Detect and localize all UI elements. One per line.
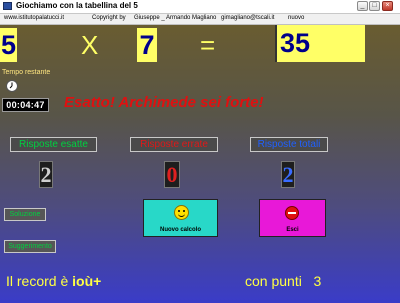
close-button[interactable]: × bbox=[382, 1, 393, 11]
title-bar: Giochiamo con la tabellina del 5 _ □ × bbox=[0, 0, 400, 14]
stop-icon bbox=[285, 206, 299, 220]
points-label: con punti bbox=[245, 273, 302, 289]
solution-button[interactable]: Soluzione bbox=[4, 208, 46, 221]
smiley-icon bbox=[174, 205, 189, 220]
minimize-button[interactable]: _ bbox=[357, 1, 368, 11]
app-icon bbox=[3, 2, 12, 10]
exit-button[interactable]: Esci bbox=[259, 199, 326, 237]
maximize-button[interactable]: □ bbox=[369, 1, 380, 11]
operand-b: 7 bbox=[137, 28, 157, 62]
points-value: 3 bbox=[313, 273, 322, 289]
correct-count: 2 bbox=[39, 161, 53, 188]
menu-item-copyright[interactable]: Copyright by bbox=[92, 15, 126, 21]
equals-symbol: = bbox=[200, 30, 216, 60]
menu-item-email[interactable]: gimagliano@tscali.it bbox=[221, 15, 274, 21]
record-prefix: Il record è bbox=[6, 273, 69, 289]
operand-a: 5 bbox=[0, 28, 17, 62]
timer-label: Tempo restante bbox=[2, 69, 51, 76]
answer-input[interactable]: 35 bbox=[275, 25, 365, 62]
wrong-count: 0 bbox=[164, 161, 180, 188]
hint-button[interactable]: Suggerimento bbox=[4, 240, 56, 253]
timer-display: 00:04:47 bbox=[2, 98, 49, 112]
menu-item-nuovo[interactable]: nuovo bbox=[288, 15, 304, 21]
total-count: 2 bbox=[281, 161, 295, 188]
window-title: Giochiamo con la tabellina del 5 bbox=[16, 1, 138, 10]
new-calculation-label: Nuovo calcolo bbox=[159, 227, 201, 233]
menu-item-website[interactable]: www.istitutopalatucci.it bbox=[4, 15, 64, 21]
new-calculation-button[interactable]: Nuovo calcolo bbox=[143, 199, 218, 237]
exit-label: Esci bbox=[286, 227, 299, 233]
record-holder: ioù+ bbox=[72, 273, 102, 289]
menu-item-author[interactable]: Giuseppe _ Armando Magliano bbox=[134, 15, 216, 21]
feedback-message: Esatto! Archimede sei forte! bbox=[64, 94, 264, 111]
record-text: Il record è ioù+ bbox=[6, 273, 101, 289]
clock-icon bbox=[6, 80, 18, 92]
total-answers-label: Risposte totali bbox=[250, 137, 328, 152]
correct-answers-label: Risposte esatte bbox=[10, 137, 97, 152]
app-window: Giochiamo con la tabellina del 5 _ □ × w… bbox=[0, 0, 400, 303]
record-points: con punti 3 bbox=[245, 273, 321, 289]
wrong-answers-label: Risposte errate bbox=[130, 137, 218, 152]
operator-symbol: X bbox=[81, 30, 99, 60]
menu-bar: www.istitutopalatucci.it Copyright by Gi… bbox=[0, 14, 400, 25]
